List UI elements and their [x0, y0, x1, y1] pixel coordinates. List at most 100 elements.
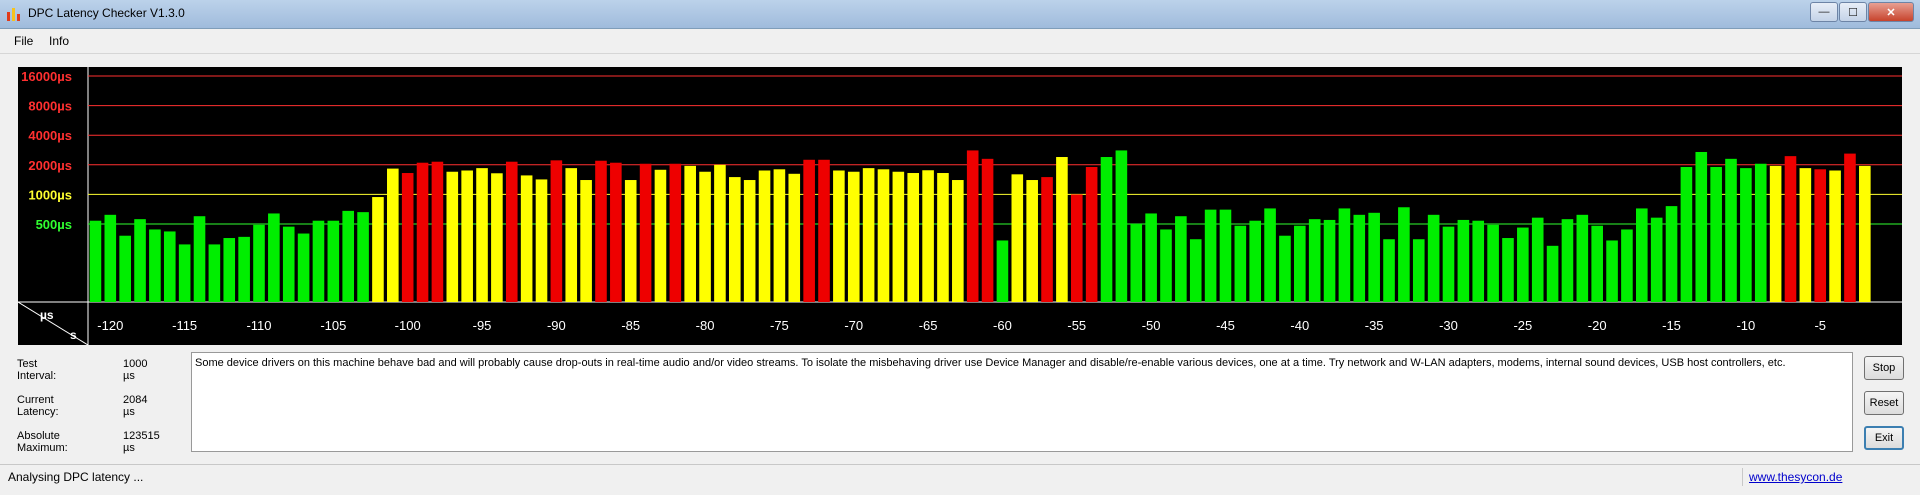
latency-bar: [1680, 166, 1693, 302]
x-tick-label: -90: [547, 318, 566, 333]
latency-bar: [431, 161, 444, 302]
reset-button[interactable]: Reset: [1864, 391, 1904, 415]
latency-bar: [282, 226, 295, 302]
latency-bar: [1145, 213, 1157, 302]
latency-bar: [728, 177, 741, 302]
x-tick-label: -35: [1365, 318, 1384, 333]
x-tick-label: -95: [473, 318, 492, 333]
latency-bar: [833, 170, 845, 302]
x-tick-label: -5: [1814, 318, 1826, 333]
latency-bar: [1784, 156, 1797, 302]
close-button[interactable]: ✕: [1868, 2, 1914, 22]
x-tick-label: -30: [1439, 318, 1458, 333]
x-tick-label: -80: [696, 318, 715, 333]
latency-bar: [1412, 239, 1425, 302]
latency-bar: [1294, 225, 1306, 302]
latency-bar: [1160, 229, 1172, 302]
website-link[interactable]: www.thesycon.de: [1749, 470, 1842, 484]
current-latency-label: Current Latency:: [17, 394, 59, 418]
x-units-label: s: [70, 328, 77, 342]
latency-bar: [387, 168, 399, 302]
latency-bar: [922, 170, 934, 302]
latency-bar: [758, 170, 771, 302]
x-tick-label: -85: [621, 318, 640, 333]
latency-bar: [297, 233, 310, 302]
latency-bar: [937, 173, 949, 302]
title-bar[interactable]: DPC Latency Checker V1.3.0 — ☐ ✕: [0, 0, 1920, 29]
latency-chart-svg: 16000µs 8000µs 4000µs 2000µs 1000µs 500µs -120…: [18, 67, 1902, 345]
latency-bar: [1219, 209, 1232, 302]
minimize-button[interactable]: —: [1810, 2, 1838, 22]
x-tick-label: -50: [1142, 318, 1161, 333]
x-tick-label: -70: [844, 318, 863, 333]
latency-bar: [1635, 208, 1648, 302]
latency-bar: [104, 214, 117, 302]
latency-bar: [996, 240, 1009, 302]
latency-bar: [892, 171, 905, 302]
latency-bar: [416, 162, 429, 302]
latency-bar: [193, 216, 206, 302]
latency-bar: [1829, 170, 1841, 302]
latency-bar: [1189, 239, 1202, 302]
menu-file[interactable]: File: [14, 34, 33, 48]
exit-button[interactable]: Exit: [1864, 426, 1904, 450]
latency-bar: [1130, 224, 1143, 302]
test-interval-label: Test Interval:: [17, 358, 57, 382]
x-tick-label: -120: [97, 318, 123, 333]
latency-bar: [1085, 166, 1098, 302]
latency-bar: [550, 160, 563, 302]
latency-bar: [238, 236, 250, 302]
latency-bar: [1576, 214, 1589, 302]
status-link-panel: www.thesycon.de: [1742, 468, 1913, 486]
latency-bar: [773, 169, 786, 302]
latency-bar: [1621, 229, 1633, 302]
y-tick-label: 16000µs: [21, 69, 72, 84]
latency-bar: [1338, 208, 1351, 302]
latency-bar: [1844, 153, 1856, 302]
x-tick-label: -75: [770, 318, 789, 333]
latency-bar: [1264, 208, 1276, 302]
latency-bar: [803, 159, 815, 302]
latency-bar: [149, 229, 161, 302]
x-tick-label: -115: [172, 318, 197, 333]
latency-bar: [1859, 165, 1871, 302]
y-tick-label: 4000µs: [28, 128, 72, 143]
latency-bar: [743, 180, 756, 302]
menu-info[interactable]: Info: [49, 34, 69, 48]
latency-bar: [1026, 180, 1038, 302]
current-latency-value: 2084 µs: [123, 394, 148, 418]
x-tick-label: -65: [919, 318, 938, 333]
latency-bar: [1100, 157, 1113, 302]
latency-bar: [1115, 150, 1128, 302]
window-title: DPC Latency Checker V1.3.0: [28, 6, 185, 20]
latency-bar: [446, 171, 459, 302]
stop-button[interactable]: Stop: [1864, 356, 1904, 380]
latency-bar: [1814, 169, 1827, 302]
latency-bar: [907, 173, 920, 302]
status-text: Analysing DPC latency ...: [8, 470, 144, 484]
x-tick-label: -20: [1588, 318, 1607, 333]
latency-bar: [847, 171, 860, 302]
absolute-maximum-label: Absolute Maximum:: [17, 430, 68, 454]
latency-bar: [1754, 163, 1767, 302]
latency-bar: [89, 220, 102, 302]
latency-bar: [268, 213, 280, 302]
latency-bar: [1472, 220, 1485, 302]
latency-bar: [580, 180, 592, 302]
latency-bar: [1056, 157, 1068, 302]
latency-bar: [610, 162, 622, 302]
x-tick-label: -45: [1216, 318, 1235, 333]
latency-bar: [877, 169, 890, 302]
latency-bar: [1517, 227, 1529, 302]
minimize-icon: —: [1818, 6, 1830, 18]
latency-bar: [1249, 220, 1262, 302]
latency-bar: [223, 238, 236, 302]
latency-bar: [1175, 216, 1187, 302]
maximize-button[interactable]: ☐: [1839, 2, 1867, 22]
x-tick-label: -55: [1067, 318, 1086, 333]
latency-bar: [1353, 214, 1366, 302]
latency-bar: [624, 180, 637, 302]
latency-bar: [1070, 194, 1083, 302]
latency-bar: [952, 180, 964, 302]
window-controls: — ☐ ✕: [1810, 2, 1914, 22]
